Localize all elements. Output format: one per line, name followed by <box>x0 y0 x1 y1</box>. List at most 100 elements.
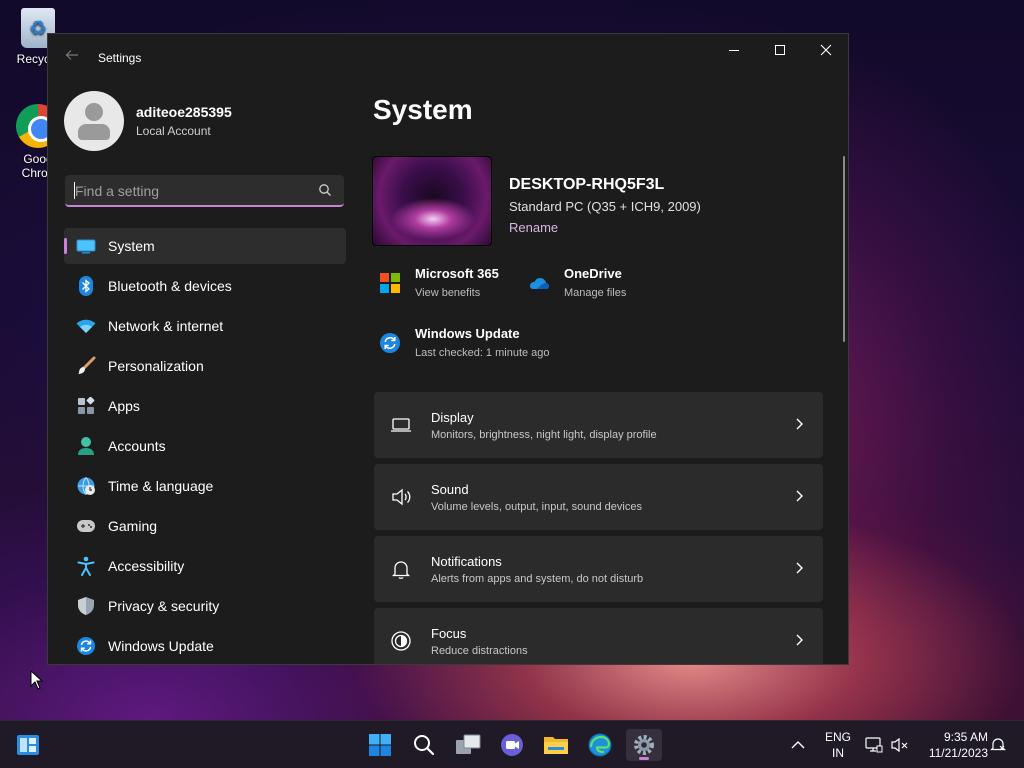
minimize-button[interactable] <box>711 34 757 66</box>
sidebar-item-label: Personalization <box>108 358 204 374</box>
sidebar-item-accessibility[interactable]: Accessibility <box>64 548 346 584</box>
widgets-icon <box>17 735 39 755</box>
search-box[interactable] <box>65 175 344 207</box>
sidebar-item-label: Bluetooth & devices <box>108 278 232 294</box>
sidebar-item-windows-update[interactable]: Windows Update <box>64 628 346 664</box>
back-button[interactable] <box>62 48 82 68</box>
volume-button[interactable] <box>888 729 912 761</box>
language-region: IN <box>832 746 844 760</box>
card-title: Sound <box>431 482 469 497</box>
sidebar-nav: System Bluetooth & devices Network & int… <box>64 228 346 664</box>
sidebar-item-network-internet[interactable]: Network & internet <box>64 308 346 344</box>
chevron-right-icon <box>796 490 803 502</box>
teams-chat-button[interactable] <box>494 729 530 761</box>
maximize-button[interactable] <box>757 34 803 66</box>
edge-icon <box>588 733 612 757</box>
sidebar-item-system[interactable]: System <box>64 228 346 264</box>
settings-card-focus[interactable]: Focus Reduce distractions <box>374 608 823 664</box>
clock[interactable]: 9:35 AM 11/21/2023 <box>918 730 988 760</box>
file-explorer-button[interactable] <box>538 729 574 761</box>
user-profile[interactable]: aditeoe285395 Local Account <box>64 90 232 152</box>
avatar <box>64 91 124 151</box>
content-scrollbar[interactable] <box>843 156 845 342</box>
wifi-icon <box>76 316 96 336</box>
show-hidden-icons-button[interactable] <box>786 729 810 761</box>
start-button[interactable] <box>362 729 398 761</box>
window-title: Settings <box>98 51 142 65</box>
settings-taskbar-button[interactable] <box>626 729 662 761</box>
settings-window: Settings aditeoe285395 Local Account Sys… <box>47 33 849 665</box>
sidebar-item-privacy-security[interactable]: Privacy & security <box>64 588 346 624</box>
sidebar-item-label: Privacy & security <box>108 598 220 614</box>
close-button[interactable] <box>803 34 848 66</box>
taskbar: ENG IN 9:35 AM 11/21/2023 <box>0 720 1024 768</box>
chevron-right-icon <box>796 634 803 646</box>
settings-card-notifications[interactable]: Notifications Alerts from apps and syste… <box>374 536 823 602</box>
edge-button[interactable] <box>582 729 618 761</box>
rename-link[interactable]: Rename <box>509 220 558 235</box>
quick-link-subtitle: View benefits <box>415 287 481 299</box>
sidebar-item-bluetooth-devices[interactable]: Bluetooth & devices <box>64 268 346 304</box>
sidebar-item-time-language[interactable]: Time & language <box>64 468 346 504</box>
quick-link-subtitle: Last checked: 1 minute ago <box>415 347 550 359</box>
network-status-button[interactable] <box>862 729 886 761</box>
sidebar-item-label: Windows Update <box>108 638 214 654</box>
close-icon <box>820 44 832 56</box>
card-subtitle: Alerts from apps and system, do not dist… <box>431 573 644 585</box>
card-subtitle: Volume levels, output, input, sound devi… <box>431 501 642 513</box>
gamepad-icon <box>76 516 96 536</box>
page-title: System <box>373 94 473 125</box>
quick-link-subtitle: Manage files <box>564 287 627 299</box>
person-icon <box>76 436 96 456</box>
language-code: ENG <box>824 730 851 744</box>
title-bar[interactable]: Settings <box>48 34 848 82</box>
settings-card-display[interactable]: Display Monitors, brightness, night ligh… <box>374 392 823 458</box>
quick-link-title: Microsoft 365 <box>415 266 499 281</box>
input-language-indicator[interactable]: ENG IN <box>820 730 856 760</box>
search-input[interactable] <box>75 181 305 201</box>
sidebar-item-label: Apps <box>108 398 140 414</box>
device-model: Standard PC (Q35 + ICH9, 2009) <box>509 199 701 214</box>
onedrive-cloud-icon <box>530 278 549 289</box>
chevron-up-icon <box>791 741 805 749</box>
device-name: DESKTOP-RHQ5F3L <box>509 176 665 193</box>
notification-center-button[interactable] <box>986 729 1010 761</box>
task-view-button[interactable] <box>450 729 486 761</box>
search-icon[interactable] <box>318 183 332 197</box>
mouse-cursor-icon <box>30 670 44 690</box>
speaker-icon <box>392 488 411 506</box>
sidebar-item-apps[interactable]: Apps <box>64 388 346 424</box>
sidebar-item-label: Network & internet <box>108 318 224 334</box>
card-title: Display <box>431 410 474 425</box>
quick-link-windows-update[interactable]: Windows Update Last checked: 1 minute ag… <box>379 326 550 359</box>
sidebar-item-personalization[interactable]: Personalization <box>64 348 346 384</box>
settings-card-sound[interactable]: Sound Volume levels, output, input, soun… <box>374 464 823 530</box>
laptop-icon <box>391 418 411 432</box>
bluetooth-icon <box>76 276 96 296</box>
teams-chat-icon <box>501 734 523 756</box>
focus-icon <box>391 631 411 651</box>
sidebar-item-accounts[interactable]: Accounts <box>64 428 346 464</box>
card-subtitle: Monitors, brightness, night light, displ… <box>431 429 657 441</box>
quick-link-title: Windows Update <box>415 326 520 341</box>
brush-icon <box>76 356 96 376</box>
bell-icon <box>391 561 411 579</box>
profile-name: aditeoe285395 <box>136 104 232 120</box>
quick-link-onedrive[interactable]: OneDrive Manage files <box>528 266 626 299</box>
update-icon <box>380 333 400 353</box>
profile-account-type: Local Account <box>136 124 211 138</box>
speaker-muted-icon <box>891 737 908 753</box>
clock-time: 9:35 AM <box>943 730 988 744</box>
card-subtitle: Reduce distractions <box>431 645 528 657</box>
sidebar-item-gaming[interactable]: Gaming <box>64 508 346 544</box>
sidebar-item-label: Time & language <box>108 478 214 494</box>
widgets-button[interactable] <box>10 729 46 761</box>
taskbar-search-button[interactable] <box>406 729 442 761</box>
apps-icon <box>76 396 96 416</box>
clock-date: 11/21/2023 <box>928 746 988 760</box>
device-wallpaper-thumbnail <box>372 156 492 246</box>
maximize-icon <box>775 45 785 55</box>
quick-link-title: OneDrive <box>564 266 622 281</box>
quick-link-microsoft-365[interactable]: Microsoft 365 View benefits <box>379 266 499 299</box>
arrow-left-icon <box>65 50 78 60</box>
